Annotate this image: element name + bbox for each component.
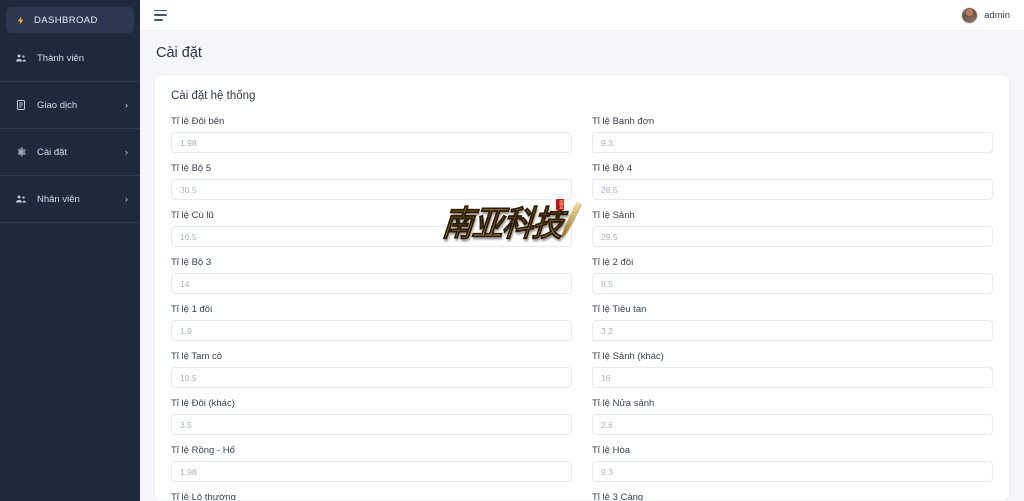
field-input[interactable] (592, 226, 993, 247)
settings-field: Tỉ lệ Đôi (khác) (171, 398, 572, 435)
settings-field: Tỉ lệ Banh đơn (592, 116, 993, 153)
settings-field: Tỉ lệ 3 Càng (592, 492, 993, 501)
settings-field: Tỉ lệ Tiêu tan (592, 304, 993, 341)
sidebar-item-label: Giao dịch (37, 99, 78, 111)
field-label: Tỉ lệ Đôi (khác) (171, 398, 235, 409)
settings-field: Tỉ lệ Sảnh (khác) (592, 351, 993, 388)
chevron-right-icon[interactable]: › (125, 147, 128, 157)
field-label: Tỉ lệ Banh đơn (592, 116, 655, 127)
user-name: admin (984, 9, 1010, 21)
field-label: Tỉ lệ Hòa (592, 445, 631, 456)
settings-field: Tỉ lệ Rồng - Hổ (171, 445, 572, 482)
sidebar-item-nhan-vien[interactable]: Nhân viên › (0, 180, 140, 218)
settings-field: Tỉ lệ Hòa (592, 445, 993, 482)
settings-grid: Tỉ lệ Đôi bên Tỉ lệ Banh đơn Tỉ lệ Bộ 5 Tỉ … (171, 116, 993, 501)
bolt-icon (16, 14, 26, 27)
field-input[interactable] (592, 320, 993, 341)
users-icon (14, 52, 27, 65)
sidebar-item-cai-dat[interactable]: Cài đặt › (0, 133, 140, 171)
sidebar-item-thanh-vien[interactable]: Thành viên (0, 39, 140, 77)
topbar: admin (140, 0, 1024, 31)
field-input[interactable] (171, 179, 572, 200)
page-title: Cài đặt (156, 44, 202, 61)
card-wrapper: Cài đặt hệ thống Tỉ lệ Đôi bên Tỉ lệ Banh… (140, 74, 1024, 501)
sidebar-item-label: Cài đặt (37, 146, 68, 158)
field-label: Tỉ lệ Tiêu tan (592, 304, 647, 315)
receipt-icon (14, 99, 27, 112)
settings-field: Tỉ lệ Sảnh (592, 210, 993, 247)
chevron-right-icon[interactable]: › (125, 100, 128, 110)
field-label: Tỉ lệ Sảnh (592, 210, 635, 221)
field-label: Tỉ lệ Nửa sảnh (592, 398, 655, 409)
settings-field: Tỉ lệ Cù lũ (171, 210, 572, 247)
sidebar-divider (0, 128, 140, 129)
field-input[interactable] (592, 273, 993, 294)
settings-field: Tỉ lệ Đôi bên (171, 116, 572, 153)
settings-field: Tỉ lệ Lô thường (171, 492, 572, 501)
sidebar-brand-label: DASHBROAD (34, 14, 98, 26)
settings-field: Tỉ lệ Bộ 4 (592, 163, 993, 200)
avatar (961, 6, 979, 24)
field-input[interactable] (171, 414, 572, 435)
field-input[interactable] (592, 367, 993, 388)
field-input[interactable] (171, 320, 572, 341)
hamburger-icon[interactable] (154, 9, 169, 22)
field-input[interactable] (171, 461, 572, 482)
field-label: Tỉ lệ Lô thường (171, 492, 236, 501)
field-label: Tỉ lệ Bộ 3 (171, 257, 212, 268)
sidebar-item-giao-dich[interactable]: Giao dịch › (0, 86, 140, 124)
sidebar-divider (0, 175, 140, 176)
field-label: Tỉ lệ Đôi bên (171, 116, 225, 127)
field-label: Tỉ lệ Tam cô (171, 351, 223, 362)
field-input[interactable] (592, 414, 993, 435)
settings-field: Tỉ lệ Tam cô (171, 351, 572, 388)
gear-icon (14, 146, 27, 159)
field-label: Tỉ lệ Rồng - Hổ (171, 445, 235, 456)
sidebar-item-label: Nhân viên (37, 193, 80, 205)
field-input[interactable] (171, 132, 572, 153)
sidebar-divider (0, 222, 140, 223)
app-root: DASHBROAD Thành viên Giao dịch › Cài đặt… (0, 0, 1024, 501)
settings-field: Tỉ lệ 1 đôi (171, 304, 572, 341)
page-header: Cài đặt (140, 31, 1024, 74)
field-label: Tỉ lệ 2 đôi (592, 257, 634, 268)
settings-field: Tỉ lệ Bộ 3 (171, 257, 572, 294)
sidebar: DASHBROAD Thành viên Giao dịch › Cài đặt… (0, 0, 140, 501)
main-area: admin Cài đặt Cài đặt hệ thống Tỉ lệ Đôi… (140, 0, 1024, 501)
card-title: Cài đặt hệ thống (171, 90, 256, 102)
field-label: Tỉ lệ Bộ 5 (171, 163, 212, 174)
field-label: Tỉ lệ 3 Càng (592, 492, 644, 501)
field-label: Tỉ lệ Cù lũ (171, 210, 214, 221)
field-input[interactable] (171, 273, 572, 294)
field-label: Tỉ lệ Sảnh (khác) (592, 351, 664, 362)
settings-field: Tỉ lệ Nửa sảnh (592, 398, 993, 435)
sidebar-item-label: Thành viên (37, 52, 85, 64)
field-input[interactable] (592, 132, 993, 153)
field-label: Tỉ lệ Bộ 4 (592, 163, 633, 174)
users-icon (14, 193, 27, 206)
field-input[interactable] (171, 367, 572, 388)
field-input[interactable] (592, 179, 993, 200)
user-menu[interactable]: admin (961, 6, 1010, 24)
sidebar-divider (0, 81, 140, 82)
sidebar-brand[interactable]: DASHBROAD (6, 7, 134, 33)
field-label: Tỉ lệ 1 đôi (171, 304, 213, 315)
settings-card: Cài đặt hệ thống Tỉ lệ Đôi bên Tỉ lệ Banh… (154, 74, 1010, 501)
field-input[interactable] (171, 226, 572, 247)
settings-field: Tỉ lệ 2 đôi (592, 257, 993, 294)
chevron-right-icon[interactable]: › (125, 194, 128, 204)
field-input[interactable] (592, 461, 993, 482)
settings-field: Tỉ lệ Bộ 5 (171, 163, 572, 200)
